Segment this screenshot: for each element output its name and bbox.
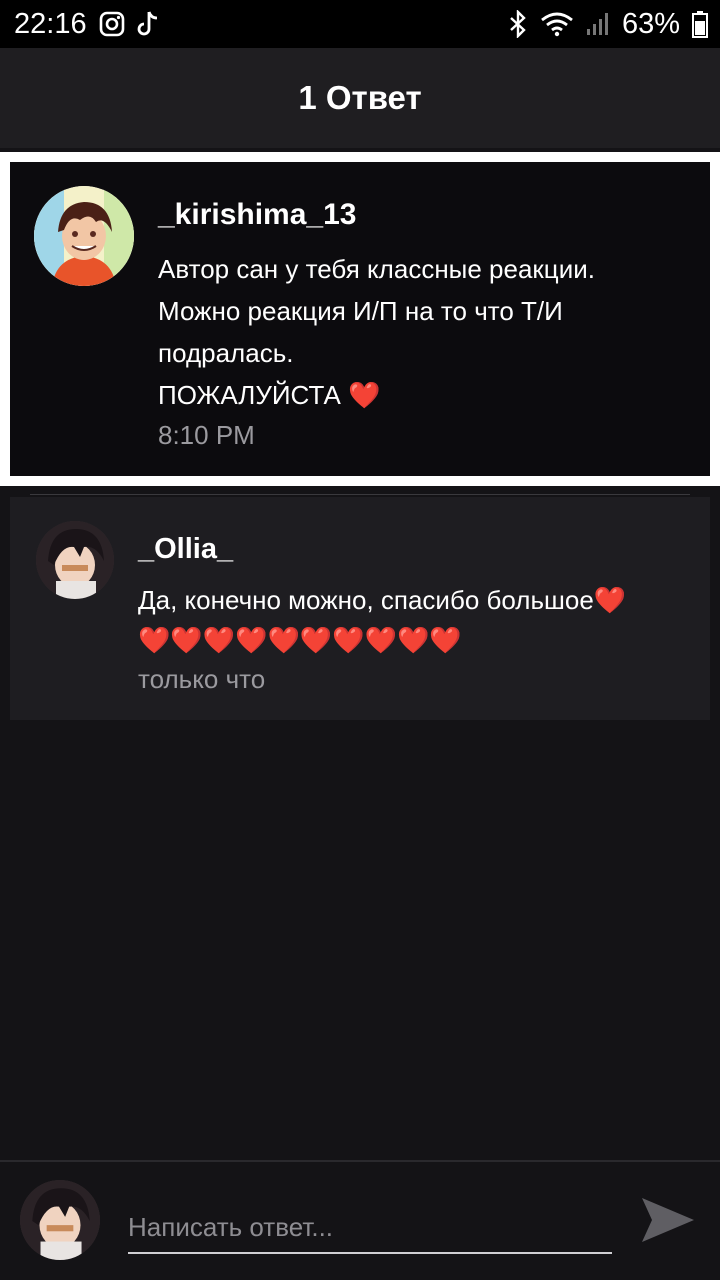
signal-icon xyxy=(586,11,610,37)
comment-line: подралась. xyxy=(158,338,294,368)
send-icon xyxy=(640,1196,696,1249)
reply-text: Да, конечно можно, спасибо большое❤️ ❤️❤… xyxy=(138,580,690,660)
reply-username[interactable]: _Ollia_ xyxy=(138,533,690,566)
page-title: 1 Ответ xyxy=(298,79,422,116)
original-comment-highlight: _kirishima_13 Автор сан у тебя классные … xyxy=(0,152,720,486)
avatar[interactable] xyxy=(36,521,114,599)
original-comment[interactable]: _kirishima_13 Автор сан у тебя классные … xyxy=(10,162,710,476)
reply-composer xyxy=(0,1160,720,1280)
wifi-icon xyxy=(540,11,574,37)
comment-line: Можно реакция И/П на то что Т/И xyxy=(158,296,563,326)
battery-percent: 63% xyxy=(621,7,680,40)
comment-line: ПОЖАЛУЙСТА ❤️ xyxy=(158,380,381,410)
reply-line: ❤️❤️❤️❤️❤️❤️❤️❤️❤️❤️ xyxy=(138,625,462,655)
header: 1 Ответ xyxy=(0,48,720,148)
battery-icon xyxy=(692,10,708,38)
instagram-icon xyxy=(99,11,125,37)
reply-comment[interactable]: _Ollia_ Да, конечно можно, спасибо больш… xyxy=(10,497,710,720)
comment-username[interactable]: _kirishima_13 xyxy=(158,198,690,232)
current-user-avatar xyxy=(20,1180,100,1260)
reply-line: Да, конечно можно, спасибо большое❤️ xyxy=(138,585,627,615)
tiktok-icon xyxy=(137,10,159,38)
avatar[interactable] xyxy=(34,186,134,286)
divider xyxy=(30,494,690,495)
status-bar: 22:16 63% xyxy=(0,0,720,48)
send-button[interactable] xyxy=(636,1192,700,1252)
comment-timestamp: 8:10 PM xyxy=(158,420,255,450)
status-time: 22:16 xyxy=(14,7,87,40)
reply-timestamp: только что xyxy=(138,664,266,694)
comment-line: Автор сан у тебя классные реакции. xyxy=(158,254,595,284)
reply-input[interactable] xyxy=(128,1202,612,1254)
comment-text: Автор сан у тебя классные реакции. Можно… xyxy=(158,248,690,416)
bluetooth-icon xyxy=(508,10,528,38)
